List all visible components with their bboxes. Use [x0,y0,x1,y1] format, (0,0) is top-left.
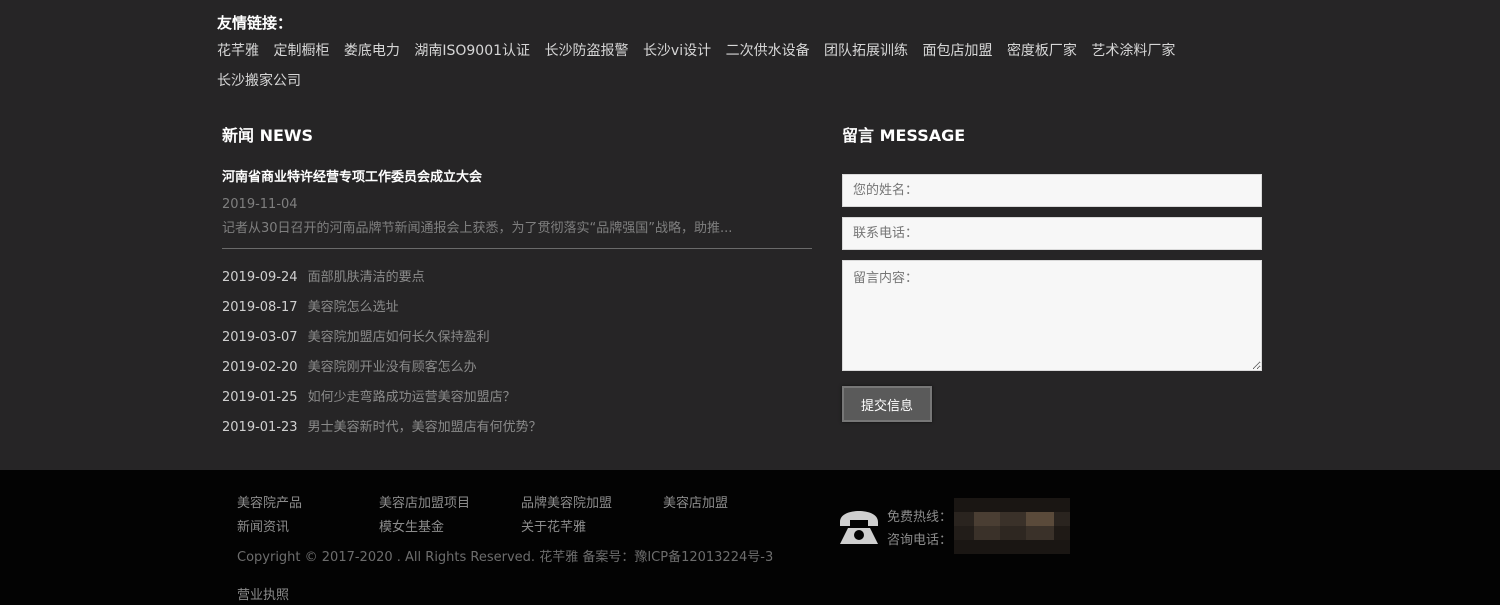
news-date: 2019-02-20 [222,360,298,375]
news-link[interactable]: 美容院加盟店如何长久保持盈利 [308,330,490,345]
news-list-item[interactable]: 2019-01-23 男士美容新时代，美容加盟店有何优势？ [222,413,812,443]
news-date: 2019-01-23 [222,420,298,435]
news-title: 新闻 NEWS [222,126,314,145]
friend-link[interactable]: 艺术涂料厂家 [1091,36,1175,66]
hotline-labels: 免费热线： 咨询电话： [887,506,952,552]
friend-link[interactable]: 定制橱柜 [273,36,329,66]
footer-link[interactable]: 美容店加盟项目 [379,492,521,516]
news-featured-date: 2019-11-04 [222,197,298,212]
news-link[interactable]: 面部肌肤清洁的要点 [308,270,425,285]
submit-button[interactable]: 提交信息 [842,386,932,422]
message-title: 留言 MESSAGE [842,126,966,145]
friend-link[interactable]: 团队拓展训练 [824,36,908,66]
footer-links-row: 美容院产品 美容店加盟项目 品牌美容院加盟 美容店加盟 [237,492,807,516]
news-link[interactable]: 如何少走弯路成功运营美容加盟店？ [308,390,516,405]
friend-link[interactable]: 湖南ISO9001认证 [414,36,530,66]
footer-link[interactable]: 美容院产品 [237,492,379,516]
news-section: 新闻 NEWS 河南省商业特许经营专项工作委员会成立大会 2019-11-04 … [222,122,812,443]
friend-link[interactable]: 二次供水设备 [726,36,810,66]
friend-link[interactable]: 密度板厂家 [1007,36,1077,66]
news-date: 2019-01-25 [222,390,298,405]
news-link[interactable]: 男士美容新时代，美容加盟店有何优势？ [308,420,542,435]
friend-links-section: 友情链接： 花芊雅 定制橱柜 娄底电力 湖南ISO9001认证 长沙防盗报警 长… [217,10,1267,96]
phone-icon [840,511,878,544]
message-textarea[interactable] [842,260,1262,371]
message-form: 提交信息 [842,174,1262,422]
message-section: 留言 MESSAGE 提交信息 [842,122,1262,422]
friend-link[interactable]: 花芊雅 [217,36,259,66]
news-link[interactable]: 美容院怎么选址 [308,300,399,315]
friend-link[interactable]: 娄底电力 [344,36,400,66]
friend-links-title: 友情链接： [217,14,293,32]
phone-input[interactable] [842,217,1262,250]
news-list-item[interactable]: 2019-01-25 如何少走弯路成功运营美容加盟店？ [222,383,812,413]
hotline-label: 免费热线： [887,510,953,525]
footer-link[interactable]: 新闻资讯 [237,516,379,540]
footer-link[interactable]: 模女生基金 [379,516,521,540]
news-date: 2019-08-17 [222,300,298,315]
name-input[interactable] [842,174,1262,207]
footer-link[interactable]: 品牌美容院加盟 [521,492,663,516]
news-featured-summary[interactable]: 记者从30日召开的河南品牌节新闻通报会上获悉，为了贯彻落实“品牌强国”战略，助推… [222,220,812,238]
news-list-item[interactable]: 2019-02-20 美容院刚开业没有顾客怎么办 [222,353,812,383]
news-list-item[interactable]: 2019-09-24 面部肌肤清洁的要点 [222,263,812,293]
copyright-text: Copyright © 2017-2020 . All Rights Reser… [237,550,774,565]
news-list-item[interactable]: 2019-03-07 美容院加盟店如何长久保持盈利 [222,323,812,353]
friend-link[interactable]: 面包店加盟 [922,36,992,66]
news-date: 2019-03-07 [222,330,298,345]
footer-link[interactable]: 关于花芊雅 [521,516,663,540]
business-license-link[interactable]: 营业执照 [237,584,289,603]
news-date: 2019-09-24 [222,270,298,285]
friend-link[interactable]: 长沙搬家公司 [217,66,301,96]
news-link[interactable]: 美容院刚开业没有顾客怎么办 [308,360,477,375]
friend-links-list: 花芊雅 定制橱柜 娄底电力 湖南ISO9001认证 长沙防盗报警 长沙vi设计 … [217,36,1267,96]
news-featured: 河南省商业特许经营专项工作委员会成立大会 2019-11-04 记者从30日召开… [222,168,812,238]
friend-link[interactable]: 长沙防盗报警 [544,36,628,66]
footer: 美容院产品 美容店加盟项目 品牌美容院加盟 美容店加盟 新闻资讯 模女生基金 关于花芊雅 … [0,470,1500,605]
friend-link[interactable]: 长沙vi设计 [643,36,711,66]
news-featured-title[interactable]: 河南省商业特许经营专项工作委员会成立大会 [222,168,812,188]
footer-links: 美容院产品 美容店加盟项目 品牌美容院加盟 美容店加盟 新闻资讯 模女生基金 关于花芊雅 [237,492,807,540]
news-divider [222,248,812,249]
news-list: 2019-09-24 面部肌肤清洁的要点 2019-08-17 美容院怎么选址 20… [222,263,812,443]
consult-label: 咨询电话： [887,533,953,548]
footer-link[interactable]: 美容店加盟 [663,492,805,516]
footer-links-row: 新闻资讯 模女生基金 关于花芊雅 [237,516,807,540]
redacted-phone-numbers [954,498,1070,554]
news-list-item[interactable]: 2019-08-17 美容院怎么选址 [222,293,812,323]
